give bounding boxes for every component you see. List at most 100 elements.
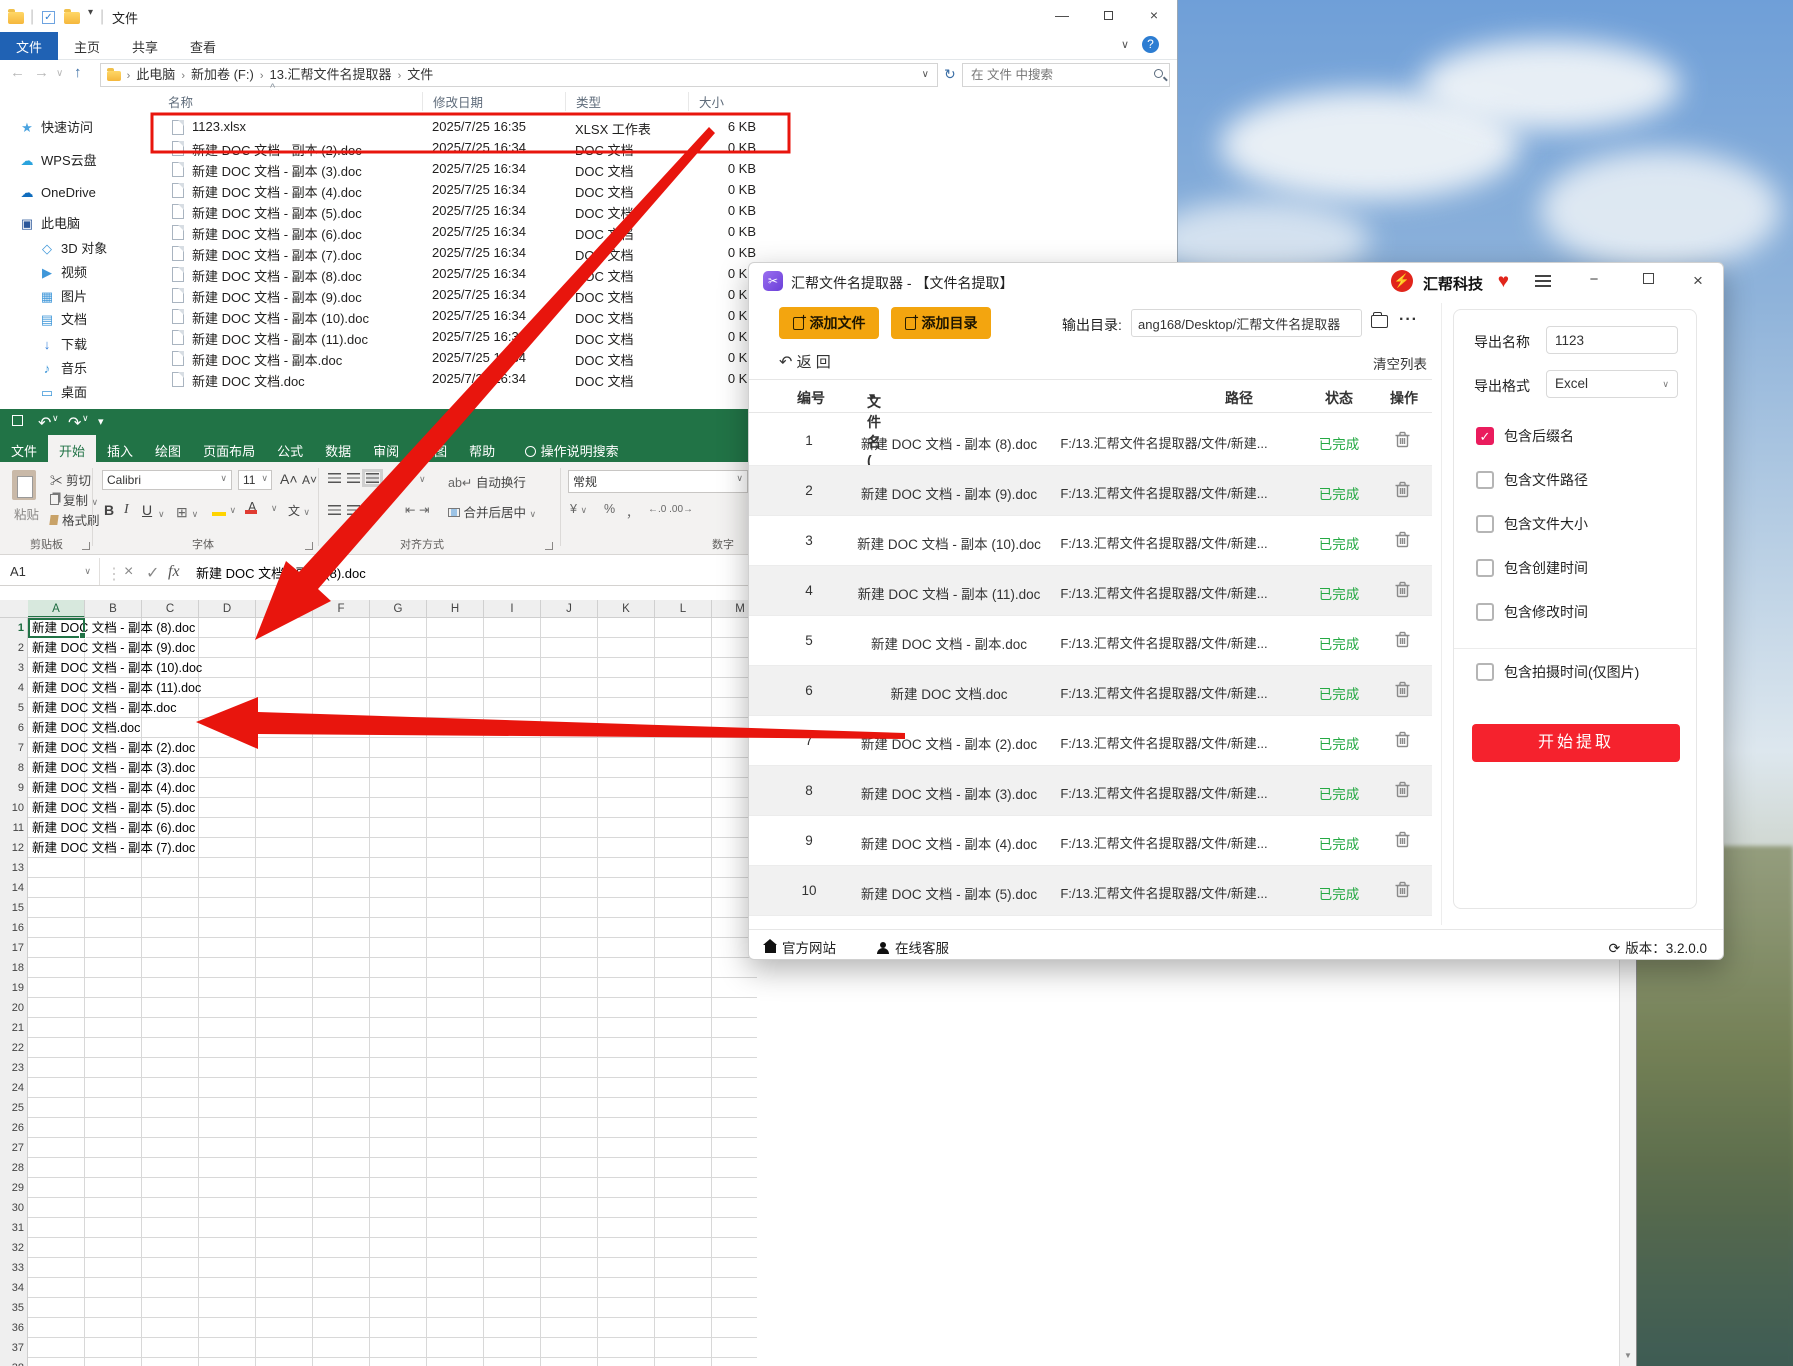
breadcrumb-item[interactable]: 13.汇帮文件名提取器: [265, 67, 395, 82]
excel-row-header-36[interactable]: 36: [0, 1318, 24, 1338]
excel-tab-5[interactable]: 页面布局: [192, 435, 266, 465]
file-row[interactable]: 新建 DOC 文档 - 副本 (7).doc2025/7/25 16:34DOC…: [160, 243, 772, 264]
excel-row-header-25[interactable]: 25: [0, 1098, 24, 1118]
breadcrumb-item[interactable]: 文件: [403, 67, 437, 82]
column-date[interactable]: 修改日期: [422, 92, 483, 111]
official-site-link[interactable]: 官方网站: [765, 937, 836, 957]
italic-icon[interactable]: I: [124, 502, 129, 518]
clear-list-button[interactable]: 清空列表: [1373, 353, 1427, 373]
excel-column-header-L[interactable]: L: [655, 600, 712, 618]
align-top-icon[interactable]: [328, 472, 385, 486]
option-row-2[interactable]: 包含文件路径: [1454, 458, 1696, 502]
export-format-select[interactable]: Excel∨: [1546, 370, 1678, 398]
shrink-font-icon[interactable]: A˅: [302, 473, 317, 487]
excel-row-header-17[interactable]: 17: [0, 938, 24, 958]
start-extract-button[interactable]: 开始提取: [1472, 724, 1680, 762]
excel-column-header-K[interactable]: K: [598, 600, 655, 618]
explorer-minimize-button[interactable]: —: [1039, 0, 1085, 30]
excel-column-header-C[interactable]: C: [142, 600, 199, 618]
delete-icon[interactable]: [1395, 531, 1410, 551]
excel-tab-6[interactable]: 公式: [266, 435, 314, 465]
menu-icon[interactable]: [1535, 275, 1551, 277]
forward-icon[interactable]: →: [34, 64, 49, 81]
excel-row-header-11[interactable]: 11: [0, 818, 24, 838]
delete-icon[interactable]: [1395, 831, 1410, 851]
file-row[interactable]: 新建 DOC 文档 - 副本 (8).doc2025/7/25 16:34DOC…: [160, 264, 772, 285]
excel-row-header-27[interactable]: 27: [0, 1138, 24, 1158]
copy-button[interactable]: 复制 ∨: [50, 490, 98, 509]
excel-row-header-38[interactable]: 38: [0, 1358, 24, 1366]
paste-button[interactable]: 粘贴: [14, 504, 39, 523]
excel-column-header-H[interactable]: H: [427, 600, 484, 618]
sidebar-item-5[interactable]: ◇3D 对象: [0, 238, 160, 260]
excel-column-header-I[interactable]: I: [484, 600, 541, 618]
excel-row-header-4[interactable]: 4: [0, 678, 24, 698]
delete-icon[interactable]: [1395, 581, 1410, 601]
explorer-close-button[interactable]: ×: [1131, 0, 1177, 30]
checkbox-checked-icon[interactable]: ✓: [1476, 427, 1494, 445]
fill-color-icon[interactable]: ∨: [212, 502, 236, 516]
tell-me-tab[interactable]: 操作说明搜索: [525, 441, 619, 460]
excel-column-header-E[interactable]: E: [256, 600, 313, 618]
column-type[interactable]: 类型: [565, 92, 601, 111]
refresh-icon[interactable]: ↻: [944, 66, 956, 83]
sidebar-item-6[interactable]: ▶视频: [0, 262, 160, 284]
checkbox-icon[interactable]: [1476, 663, 1494, 681]
excel-column-header-D[interactable]: D: [199, 600, 256, 618]
decimal-icons[interactable]: ←.0 .00→: [648, 504, 693, 515]
cut-button[interactable]: ✂ 剪切: [50, 470, 91, 489]
excel-row-header-19[interactable]: 19: [0, 978, 24, 998]
option-row-4[interactable]: 包含创建时间: [1454, 546, 1696, 590]
excel-row-header-26[interactable]: 26: [0, 1118, 24, 1138]
checkbox-icon[interactable]: [1476, 515, 1494, 533]
sidebar-item-4[interactable]: ▣此电脑: [0, 213, 160, 235]
header-number[interactable]: 编号: [781, 388, 841, 408]
help-icon[interactable]: ?: [1142, 36, 1159, 53]
column-size[interactable]: 大小: [688, 92, 724, 111]
sidebar-item-3[interactable]: ☁OneDrive: [0, 182, 160, 204]
number-format-combo[interactable]: 常规∨: [568, 470, 748, 493]
sidebar-item-8[interactable]: ▤文档: [0, 309, 160, 331]
option-row-3[interactable]: 包含文件大小: [1454, 502, 1696, 546]
comma-style-icon[interactable]: ，: [626, 502, 639, 521]
wrap-text-button[interactable]: ab↵ 自动换行: [448, 472, 526, 491]
file-row[interactable]: 新建 DOC 文档 - 副本 (9).doc2025/7/25 16:34DOC…: [160, 285, 772, 306]
file-row[interactable]: 1123.xlsx2025/7/25 16:35XLSX 工作表6 KB: [160, 117, 772, 138]
merge-center-button[interactable]: 合并后居中 ∨: [448, 502, 536, 521]
quick-access-check-icon[interactable]: ✓: [42, 11, 55, 24]
excel-row-header-10[interactable]: 10: [0, 798, 24, 818]
excel-row-header-31[interactable]: 31: [0, 1218, 24, 1238]
save-icon[interactable]: [12, 415, 23, 426]
excel-row-header-21[interactable]: 21: [0, 1018, 24, 1038]
delete-icon[interactable]: [1395, 481, 1410, 501]
excel-row-header-35[interactable]: 35: [0, 1298, 24, 1318]
font-color-icon[interactable]: A ∨: [248, 500, 277, 514]
output-directory-input[interactable]: [1131, 309, 1362, 337]
checkbox-icon[interactable]: [1476, 559, 1494, 577]
excel-row-header-34[interactable]: 34: [0, 1278, 24, 1298]
delete-icon[interactable]: [1395, 631, 1410, 651]
add-directory-button[interactable]: 添加目录: [891, 307, 991, 339]
checkbox-icon[interactable]: [1476, 603, 1494, 621]
excel-column-header-B[interactable]: B: [85, 600, 142, 618]
borders-icon[interactable]: ⊞ ∨: [176, 504, 198, 521]
file-row[interactable]: 新建 DOC 文档 - 副本.doc2025/7/25 16:34DOC 文档0…: [160, 348, 772, 369]
excel-tab-7[interactable]: 数据: [314, 435, 362, 465]
excel-row-header-8[interactable]: 8: [0, 758, 24, 778]
excel-row-header-9[interactable]: 9: [0, 778, 24, 798]
excel-tab-3[interactable]: 插入: [96, 435, 144, 465]
column-name[interactable]: 名称: [168, 92, 193, 111]
address-box[interactable]: ›此电脑›新加卷 (F:)›13.汇帮文件名提取器›文件 ∨: [100, 63, 938, 87]
excel-row-header-24[interactable]: 24: [0, 1078, 24, 1098]
delete-icon[interactable]: [1395, 681, 1410, 701]
grow-font-icon[interactable]: A˄: [280, 471, 298, 487]
clipboard-dialog-launcher[interactable]: [82, 542, 90, 550]
indent-icons[interactable]: ⇤ ⇥: [405, 502, 429, 517]
breadcrumb-item[interactable]: 此电脑: [132, 67, 179, 82]
excel-row-header-20[interactable]: 20: [0, 998, 24, 1018]
file-row[interactable]: 新建 DOC 文档.doc2025/7/25 16:34DOC 文档0 KB: [160, 369, 772, 390]
excel-row-header-33[interactable]: 33: [0, 1258, 24, 1278]
excel-row-header-18[interactable]: 18: [0, 958, 24, 978]
excel-column-header-A[interactable]: A: [28, 600, 85, 618]
checkbox-icon[interactable]: [1476, 471, 1494, 489]
